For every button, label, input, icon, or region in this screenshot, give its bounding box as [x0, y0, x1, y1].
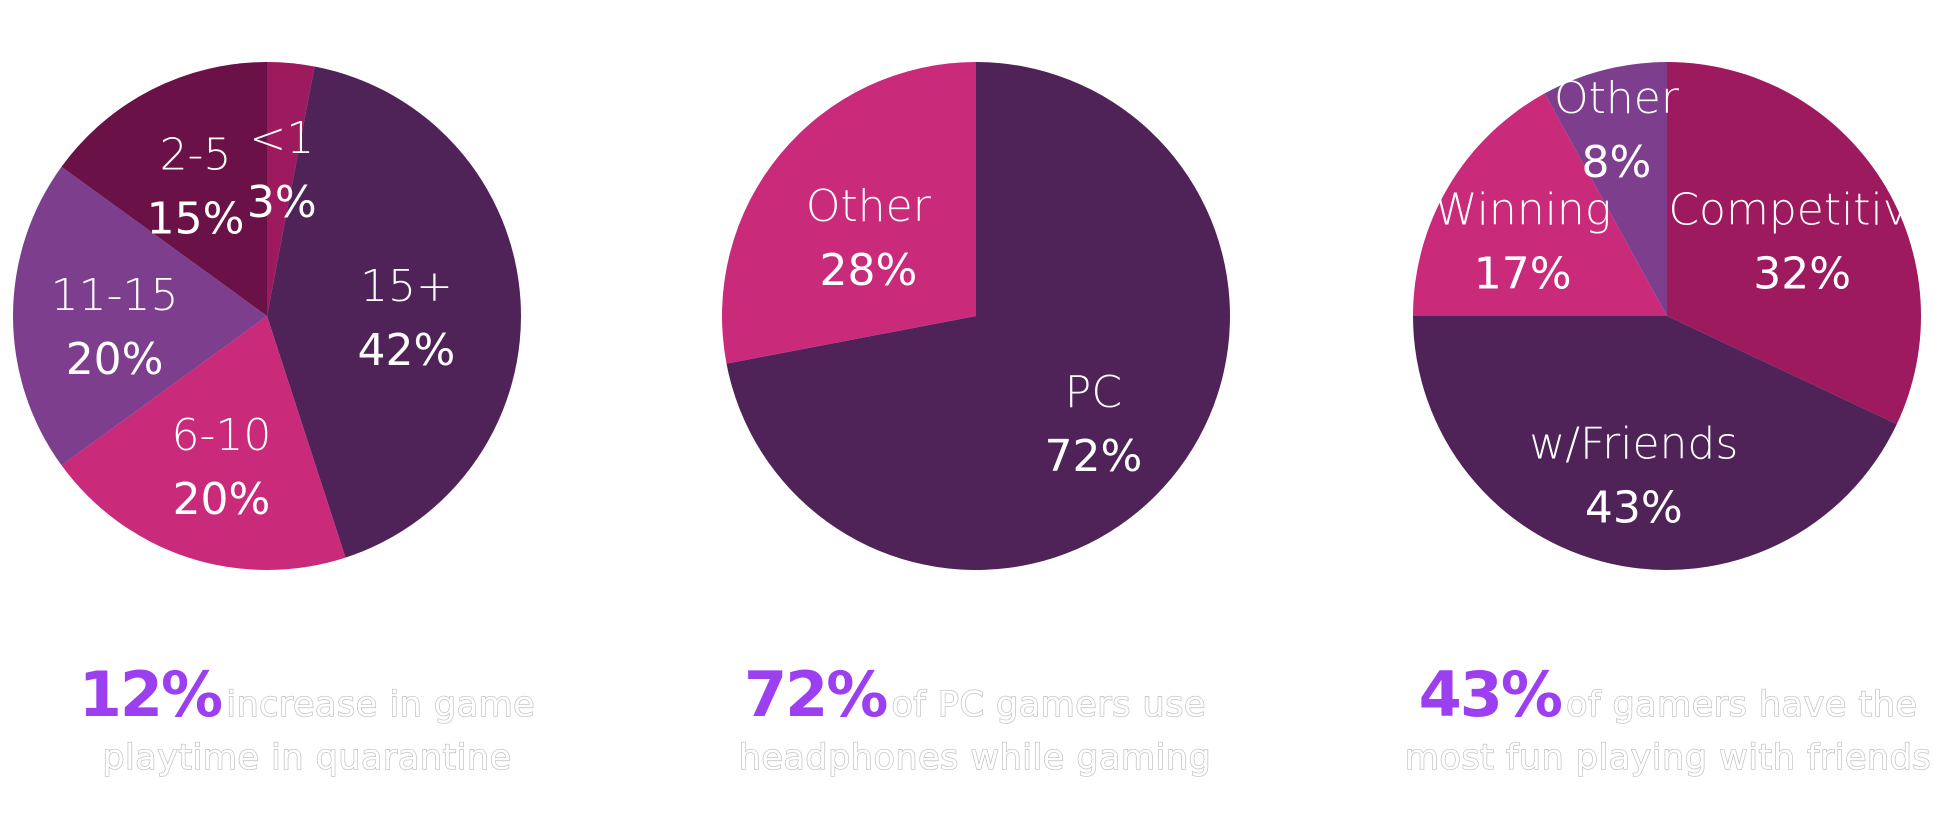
slice-label-other: Other	[806, 181, 932, 232]
caption-friends: 43% of gamers have the most fun playing …	[1358, 660, 1948, 786]
caption-stat: 43%	[1418, 658, 1563, 731]
slice-label-winning: Winning	[1434, 185, 1611, 236]
slice-percent-6-10: 20%	[173, 474, 271, 525]
slice-percent-other: 28%	[819, 245, 917, 296]
caption-stat: 12%	[78, 658, 223, 731]
pie-chart-2: PC 72% Other 28%	[721, 62, 1230, 570]
slice-percent-pc: 72%	[1045, 431, 1143, 482]
caption-text-line2: playtime in quarantine	[102, 737, 512, 778]
slice-label-other: Other	[1554, 73, 1680, 124]
slice-label-2-5: 2-5	[160, 130, 232, 181]
slice-percent-1: 3%	[247, 177, 317, 228]
slice-percent-w-friends: 43%	[1585, 483, 1683, 534]
slice-label-6-10: 6-10	[172, 410, 272, 461]
slice-percent-other: 8%	[1582, 137, 1652, 188]
slice-percent-15: 42%	[358, 325, 456, 376]
slice-label-1: <1	[249, 113, 314, 164]
slice-percent-competitive: 32%	[1753, 248, 1851, 299]
slice-label-11-15: 11-15	[51, 270, 179, 321]
caption-text-line1: of PC gamers use	[891, 684, 1207, 725]
pie-chart-3: Competitive 32% w/Friends 43% Winning 17% Othe…	[1413, 62, 1936, 571]
slice-label-competitive: Competitive	[1668, 184, 1936, 235]
caption-playtime: 12% increase in game playtime in quarant…	[0, 660, 617, 786]
slice-label-pc: PC	[1065, 367, 1122, 418]
slice-label-w-friends: w/Friends	[1529, 419, 1738, 470]
caption-text-line2: headphones while gaming	[738, 737, 1212, 778]
pie-chart-1: <13%15+42%6-1020%11-1520%2-515%	[12, 62, 522, 570]
caption-headphones: 72% of PC gamers use headphones while ga…	[665, 660, 1285, 786]
slice-percent-winning: 17%	[1474, 249, 1572, 300]
slice-percent-11-15: 20%	[66, 334, 164, 385]
caption-text-line1: of gamers have the	[1565, 684, 1918, 725]
caption-text-line1: increase in game	[226, 684, 536, 725]
caption-text-line2: most fun playing with friends	[1404, 737, 1932, 778]
slice-percent-2-5: 15%	[147, 194, 245, 245]
caption-stat: 72%	[743, 658, 888, 731]
slice-label-15: 15+	[360, 261, 453, 312]
